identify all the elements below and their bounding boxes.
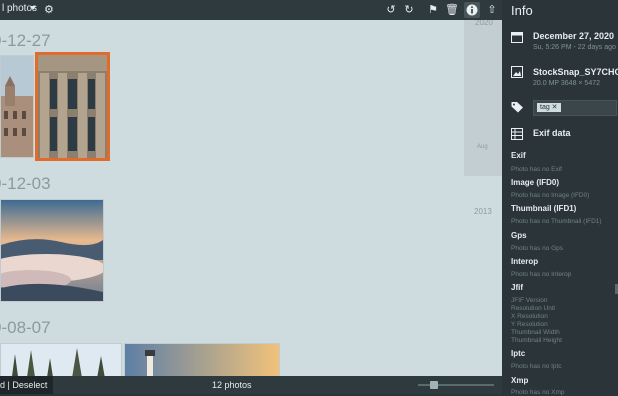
photo-date-sub: Su, 5:26 PM - 22 days ago xyxy=(533,44,616,51)
tag-icon xyxy=(511,101,525,115)
exif-section-value: Photo has no Iptc xyxy=(511,363,562,370)
exif-section-title: Exif xyxy=(511,151,526,160)
photo-thumbnail[interactable] xyxy=(0,199,106,302)
calendar-icon xyxy=(511,31,525,45)
info-panel: Info December 27, 2020 Su, 5:26 PM - 22 … xyxy=(502,0,618,396)
jfif-field: JFIF Version xyxy=(511,297,548,304)
top-toolbar: l photos ⚙ ↺ ↻ ⚑ 🗑 ⇧ xyxy=(0,0,502,20)
jfif-field: Resolution Unit xyxy=(511,305,556,312)
caret-down-icon[interactable] xyxy=(30,6,36,10)
exif-section-value: Photo has no Image (IFD0) xyxy=(511,192,590,199)
exif-data-title: Exif data xyxy=(533,128,571,138)
photo-date: December 27, 2020 xyxy=(533,31,615,41)
info-icon[interactable] xyxy=(464,2,480,18)
selected-photo-thumbnail[interactable] xyxy=(35,52,110,161)
exif-section-value: Photo has no Thumbnail (IFD1) xyxy=(511,218,602,225)
exif-section-title: Interop xyxy=(511,257,539,266)
date-group-title: 0-12-03 xyxy=(0,174,51,193)
photo-thumbnail[interactable] xyxy=(0,55,34,158)
jfif-field: X Resolution xyxy=(511,313,548,320)
table-icon xyxy=(511,128,525,142)
bottom-bar: d | Deselect 12 photos xyxy=(0,376,502,394)
exif-section-value: Photo has no Exif xyxy=(511,166,562,173)
rotate-right-icon[interactable]: ↻ xyxy=(401,2,417,18)
photo-thumbnail[interactable] xyxy=(0,343,122,376)
exif-section-title: Jfif xyxy=(511,283,523,292)
photo-thumbnail[interactable] xyxy=(124,343,280,376)
share-icon[interactable]: ⇧ xyxy=(484,2,500,18)
exif-section-title: Xmp xyxy=(511,376,529,385)
gear-icon[interactable]: ⚙ xyxy=(44,3,54,16)
year-label-2013: 2013 xyxy=(474,207,492,216)
jfif-field: Thumbnail Height xyxy=(511,337,562,344)
date-group-title: 0-08-07 xyxy=(0,318,51,337)
date-group-title: 0-12-27 xyxy=(0,31,51,50)
jfif-field: Thumbnail Width xyxy=(511,329,560,336)
exif-section-title: Gps xyxy=(511,231,527,240)
photo-filename: StockSnap_SY7CHOLK xyxy=(533,67,618,77)
info-panel-title: Info xyxy=(511,3,533,18)
rotate-left-icon[interactable]: ↺ xyxy=(383,2,399,18)
exif-section-title: Thumbnail (IFD1) xyxy=(511,204,577,213)
jfif-field: Y Resolution xyxy=(511,321,548,328)
month-label-aug: Aug xyxy=(477,144,488,150)
photo-count: 12 photos xyxy=(212,380,252,390)
photo-grid: 2020 Aug 2013 0-12-27 xyxy=(0,20,502,376)
flag-icon[interactable]: ⚑ xyxy=(425,2,441,18)
exif-section-value: Photo has no Xmp xyxy=(511,389,565,396)
photo-resolution: 20.0 MP 3648 × 5472 xyxy=(533,80,601,87)
year-label-2020: 2020 xyxy=(475,20,493,27)
timeline-scrubber[interactable] xyxy=(464,20,502,176)
deselect-action[interactable]: d | Deselect xyxy=(0,376,54,394)
zoom-slider-handle[interactable] xyxy=(430,381,438,389)
trash-icon[interactable]: 🗑 xyxy=(444,2,460,18)
exif-section-value: Photo has no Gps xyxy=(511,245,564,252)
image-icon xyxy=(511,66,525,80)
exif-section-title: Iptc xyxy=(511,349,526,358)
tag-chip[interactable]: tag ✕ xyxy=(537,103,561,112)
exif-section-title: Image (IFD0) xyxy=(511,178,560,187)
exif-section-value: Photo has no Interop xyxy=(511,271,572,278)
